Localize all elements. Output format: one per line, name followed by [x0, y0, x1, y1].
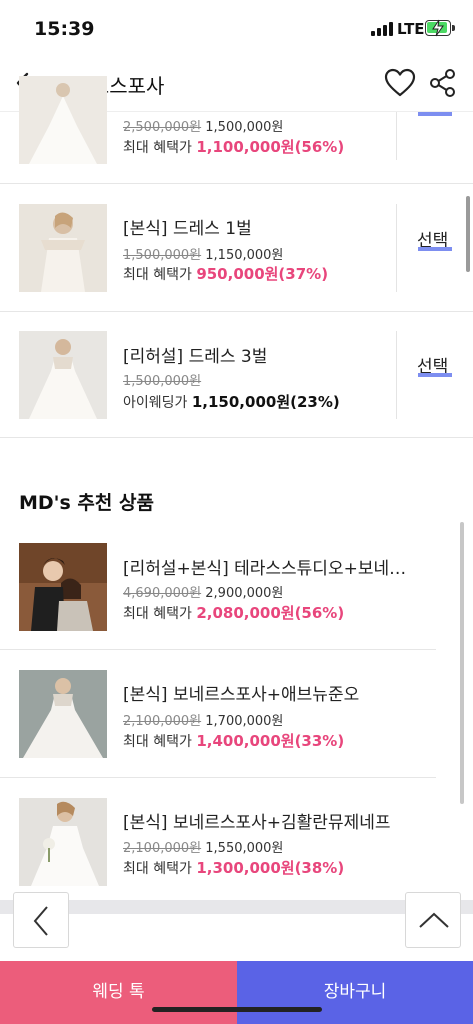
divider — [396, 331, 397, 419]
benefit-line: 최대 혜택가 950,000원(37%) — [123, 265, 329, 283]
product-title: [본식] 드레스 1벌 — [123, 219, 252, 239]
section-separator — [0, 900, 473, 914]
signal-icon — [371, 22, 393, 36]
divider — [396, 204, 397, 292]
price-line: 2,500,000원 1,500,000원 — [123, 120, 284, 135]
battery-cap — [452, 25, 455, 31]
product-title: [본식] 보네르스포사+김활란뮤제네프 — [123, 813, 391, 833]
cart-button[interactable]: 장바구니 — [237, 961, 473, 1024]
scroll-top-button[interactable] — [405, 892, 461, 948]
wedding-talk-button[interactable]: 웨딩 톡 — [0, 961, 237, 1024]
status-bar: 15:39 LTE — [0, 0, 473, 56]
product-title: [리허설] 드레스 3벌 — [123, 347, 268, 367]
heart-icon[interactable] — [384, 68, 416, 98]
md-product-row[interactable]: [리허설+본식] 테라스스튜디오+보네… 4,690,000원 2,900,00… — [0, 524, 436, 650]
product-thumbnail — [19, 798, 107, 886]
charging-bolt-icon — [432, 19, 444, 37]
product-thumbnail — [19, 204, 107, 292]
select-underline — [418, 247, 452, 251]
price-line: 1,500,000원 — [123, 374, 202, 389]
price-line: 4,690,000원 2,900,000원 — [123, 586, 284, 601]
product-thumbnail — [19, 543, 107, 631]
scrollbar[interactable] — [466, 196, 470, 272]
scrollbar[interactable] — [460, 522, 464, 804]
select-underline — [418, 373, 452, 377]
product-thumbnail — [19, 76, 107, 164]
product-row[interactable]: [본식] 드레스 1벌 1,500,000원 1,150,000원 최대 혜택가… — [0, 184, 473, 312]
price-line: 1,500,000원 1,150,000원 — [123, 248, 284, 263]
md-product-row[interactable]: [본식] 보네르스포사+김활란뮤제네프 2,100,000원 1,550,000… — [0, 778, 436, 900]
benefit-line: 아이웨딩가 1,150,000원(23%) — [123, 393, 340, 411]
previous-button[interactable] — [13, 892, 69, 948]
benefit-line: 최대 혜택가 1,100,000원(56%) — [123, 138, 345, 156]
section-title: MD's 추천 상품 — [19, 492, 154, 514]
benefit-line: 최대 혜택가 2,080,000원(56%) — [123, 604, 345, 622]
product-row[interactable]: [리허설] 드레스 3벌 1,500,000원 아이웨딩가 1,150,000원… — [0, 312, 473, 438]
network-label: LTE — [397, 20, 425, 38]
chevron-left-icon — [33, 906, 48, 936]
chevron-up-icon — [419, 912, 449, 928]
bottom-action-bar: 웨딩 톡 장바구니 — [0, 961, 473, 1024]
product-title: [리허설+본식] 테라스스튜디오+보네… — [123, 559, 407, 579]
benefit-line: 최대 혜택가 1,400,000원(33%) — [123, 732, 345, 750]
product-thumbnail — [19, 331, 107, 419]
product-thumbnail — [19, 670, 107, 758]
home-indicator — [152, 1007, 322, 1012]
product-row[interactable]: 2,500,000원 1,500,000원 최대 혜택가 1,100,000원(… — [0, 76, 473, 184]
md-product-row[interactable]: [본식] 보네르스포사+애브뉴준오 2,100,000원 1,700,000원 … — [0, 650, 436, 778]
divider — [396, 112, 397, 160]
select-button-partial[interactable] — [418, 112, 452, 116]
price-line: 2,100,000원 1,550,000원 — [123, 841, 284, 856]
benefit-line: 최대 혜택가 1,300,000원(38%) — [123, 859, 345, 877]
share-icon[interactable] — [428, 68, 458, 98]
status-time: 15:39 — [34, 18, 95, 40]
product-title: [본식] 보네르스포사+애브뉴준오 — [123, 685, 360, 705]
price-line: 2,100,000원 1,700,000원 — [123, 714, 284, 729]
